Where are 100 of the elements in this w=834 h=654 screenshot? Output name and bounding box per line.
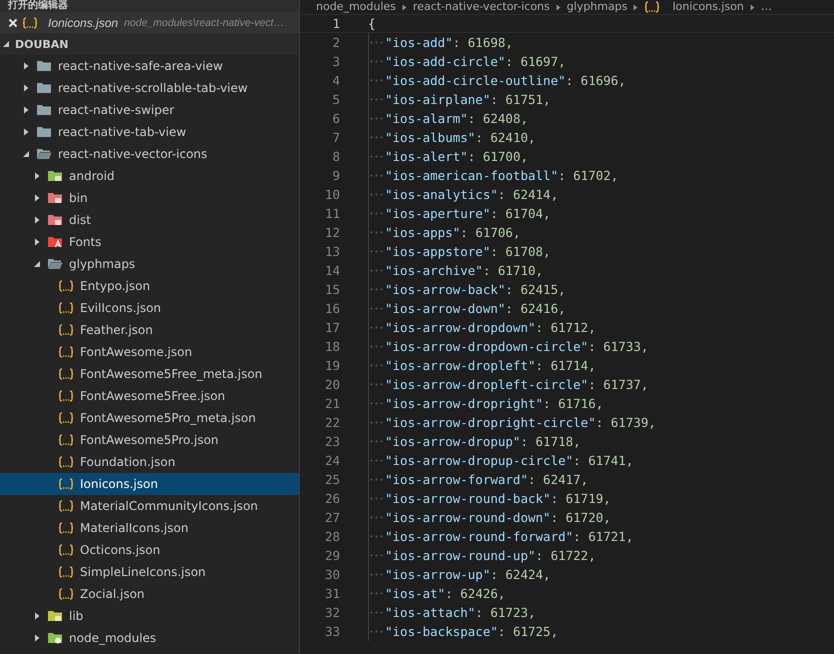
close-icon[interactable] (8, 18, 18, 28)
line-number: 15 (324, 282, 340, 297)
code-key: "ios-add-circle" (385, 54, 506, 69)
expand-triangle-icon[interactable] (22, 128, 30, 136)
file-item[interactable]: Zocial.json (0, 583, 299, 605)
code-key: "ios-arrow-forward" (385, 472, 528, 487)
file-item[interactable]: MaterialCommunityIcons.json (0, 495, 299, 517)
json-braces-icon (58, 500, 74, 512)
line-number: 21 (324, 396, 340, 411)
breadcrumb-item[interactable]: Ionicons.json (672, 0, 744, 14)
collapse-triangle-icon[interactable] (2, 40, 10, 48)
folder-item[interactable]: node_modules (0, 627, 299, 649)
file-item[interactable]: Entypo.json (0, 275, 299, 297)
expand-triangle-icon[interactable] (33, 194, 41, 202)
code-value: : 62424, (490, 567, 551, 582)
code-key: "ios-arrow-dropup-circle" (385, 453, 574, 468)
chevron-icon (750, 4, 755, 10)
code-key: "ios-analytics" (385, 187, 498, 202)
json-braces-icon (58, 324, 74, 336)
folder-item[interactable]: react-native-safe-area-view (0, 55, 299, 77)
file-item[interactable]: MaterialIcons.json (0, 517, 299, 539)
line-number: 12 (324, 225, 340, 240)
folder-item[interactable]: lib (0, 605, 299, 627)
folder-item[interactable]: bin (0, 187, 299, 209)
code-key: "ios-arrow-dropup" (385, 434, 520, 449)
file-item[interactable]: FontAwesome5Free.json (0, 385, 299, 407)
code-key: "ios-arrow-dropleft-circle" (385, 377, 588, 392)
file-item[interactable]: FontAwesome5Pro.json (0, 429, 299, 451)
file-item[interactable]: Feather.json (0, 319, 299, 341)
json-braces-icon (58, 412, 74, 424)
json-braces-icon (58, 390, 74, 402)
badge-folder-icon (47, 190, 63, 206)
folder-item[interactable]: android (0, 165, 299, 187)
code-key: "ios-appstore" (385, 244, 490, 259)
expand-triangle-icon[interactable] (22, 84, 30, 92)
code-key: "ios-arrow-round-down" (385, 510, 551, 525)
expand-triangle-icon[interactable] (33, 634, 41, 642)
code-value: : 61718, (520, 434, 581, 449)
line-number: 16 (324, 301, 340, 316)
line-number: 3 (331, 54, 340, 69)
code-key: "ios-arrow-dropdown" (385, 320, 536, 335)
line-number: 25 (324, 472, 340, 487)
breadcrumb-item[interactable]: node_modules (316, 0, 396, 14)
line-number: 29 (324, 548, 340, 563)
code-value: : 61721, (573, 529, 634, 544)
code-key: "ios-attach" (385, 605, 476, 620)
code-key: "ios-archive" (385, 263, 483, 278)
code-value: : 61716, (543, 396, 604, 411)
folder-item[interactable]: react-native-vector-icons (0, 143, 299, 165)
file-item[interactable]: EvilIcons.json (0, 297, 299, 319)
folder-item[interactable]: glyphmaps (0, 253, 299, 275)
file-item[interactable]: Foundation.json (0, 451, 299, 473)
badge-folder-icon (47, 212, 63, 228)
expand-triangle-icon[interactable] (33, 172, 41, 180)
open-folder-icon (36, 146, 52, 162)
code-value: : 61723, (475, 605, 536, 620)
folder-item[interactable]: dist (0, 209, 299, 231)
expand-triangle-icon[interactable] (33, 216, 41, 224)
expand-triangle-icon[interactable] (22, 62, 30, 70)
file-item[interactable]: SimpleLineIcons.json (0, 561, 299, 583)
file-item[interactable]: Octicons.json (0, 539, 299, 561)
code-key: "ios-arrow-down" (385, 301, 506, 316)
folder-item[interactable]: react-native-scrollable-tab-view (0, 77, 299, 99)
file-item[interactable]: Ionicons.json (0, 473, 299, 495)
line-number: 20 (324, 377, 340, 392)
expand-triangle-icon[interactable] (33, 238, 41, 246)
code-key: "ios-aperture" (385, 206, 490, 221)
code-key: "ios-alert" (385, 149, 468, 164)
file-item[interactable]: FontAwesome5Free_meta.json (0, 363, 299, 385)
breadcrumb-item[interactable]: glyphmaps (566, 0, 628, 14)
breadcrumb-item[interactable]: … (760, 0, 772, 14)
code-value: : 61714, (536, 358, 596, 373)
line-number: 5 (331, 92, 340, 107)
folder-item[interactable]: react-native-swiper (0, 99, 299, 121)
breadcrumb-item[interactable]: react-native-vector-icons (412, 0, 550, 14)
collapse-triangle-icon[interactable] (33, 260, 41, 268)
line-number: 14 (324, 263, 340, 278)
open-editor-item[interactable]: Ionicons.json node_modules\react-native-vect… (0, 12, 299, 33)
code-key: "ios-american-football" (385, 168, 558, 183)
code-value: : 61739, (596, 415, 656, 430)
file-item[interactable]: FontAwesome5Pro_meta.json (0, 407, 299, 429)
project-header[interactable]: DOUBAN (0, 33, 299, 55)
file-item[interactable]: FontAwesome.json (0, 341, 299, 363)
expand-triangle-icon[interactable] (33, 612, 41, 620)
json-braces-icon (58, 302, 74, 314)
code-key: "ios-arrow-round-forward" (385, 529, 574, 544)
code-value: : 61737, (588, 377, 648, 392)
line-number: 31 (324, 586, 340, 601)
collapse-triangle-icon[interactable] (22, 150, 30, 158)
line-number: 10 (324, 187, 340, 202)
line-number: 17 (324, 320, 340, 335)
line-number: 11 (324, 206, 340, 221)
code-value: : 61698, (452, 35, 513, 50)
expand-triangle-icon[interactable] (22, 106, 30, 114)
folder-item[interactable]: Fonts (0, 231, 299, 253)
json-braces-icon (58, 346, 74, 358)
code-key: "ios-arrow-up" (385, 567, 490, 582)
folder-item[interactable]: react-native-tab-view (0, 121, 299, 143)
line-number: 7 (331, 130, 340, 145)
code-value: : 61700, (468, 149, 528, 164)
